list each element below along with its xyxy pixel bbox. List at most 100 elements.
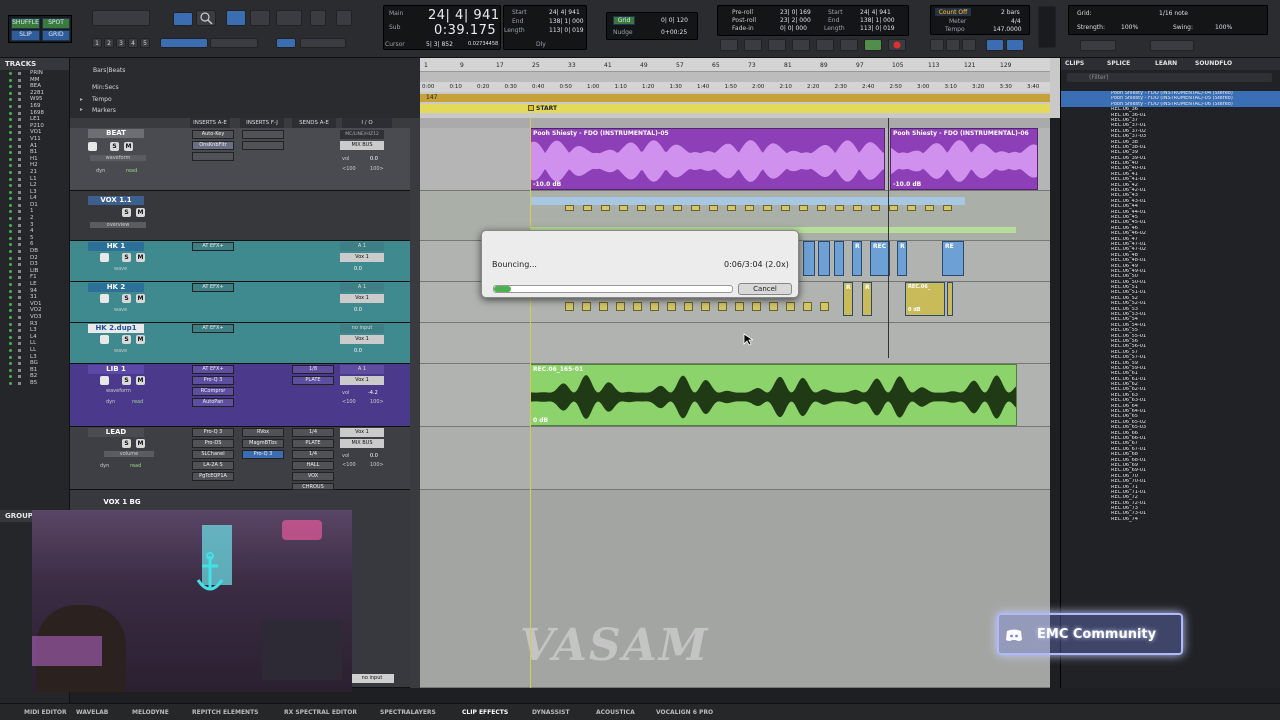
count-off-button[interactable]: Count Off xyxy=(935,8,971,16)
track-view-selector[interactable]: wave xyxy=(114,348,127,354)
tracks-list-item[interactable]: F1 xyxy=(0,274,69,281)
track-visible-icon[interactable] xyxy=(9,302,12,306)
insert-slot-c[interactable]: SLChanel xyxy=(192,450,234,459)
tracks-list-item[interactable]: A1 xyxy=(0,143,69,150)
solo-button[interactable]: S xyxy=(122,294,131,303)
spot-mode-button[interactable]: SPOT xyxy=(42,18,70,29)
clip-beat-06[interactable]: Pooh Shiesty - FDO (INSTRUMENTAL)-06 -10… xyxy=(890,128,1038,190)
tracks-list-item[interactable]: V11 xyxy=(0,136,69,143)
clip-hk2-r2[interactable]: R xyxy=(862,282,872,316)
expand-arrow-icon[interactable]: ▸ xyxy=(80,96,83,103)
trim-tool[interactable] xyxy=(196,10,216,26)
tracks-list-item[interactable]: PRIN xyxy=(0,70,69,77)
pan-left-value[interactable]: <100 xyxy=(342,166,356,172)
automation-mode[interactable]: read xyxy=(130,463,141,469)
insert-slot-d[interactable]: AutoPan xyxy=(192,398,234,407)
tracks-list-item[interactable]: VO1 xyxy=(0,301,69,308)
lane-lead[interactable] xyxy=(420,427,1050,490)
tracks-list-item[interactable]: L1 xyxy=(0,176,69,183)
tracks-list-item[interactable]: 6 xyxy=(0,241,69,248)
zoom-preset-1[interactable]: 1 xyxy=(92,38,102,48)
tracks-list-item[interactable]: B1 xyxy=(0,149,69,156)
solo-button[interactable]: S xyxy=(122,439,131,448)
solo-button[interactable]: S xyxy=(122,335,131,344)
hk2-small-clip[interactable] xyxy=(599,302,608,311)
tracks-list-item[interactable]: 169 xyxy=(0,103,69,110)
track-visible-icon[interactable] xyxy=(9,98,12,102)
input-selector[interactable]: no input xyxy=(350,674,394,683)
tab-learn[interactable]: LEARN xyxy=(1155,58,1177,70)
track-visible-icon[interactable] xyxy=(9,137,12,141)
dyn-button[interactable]: dyn xyxy=(96,168,105,174)
send-slot-b[interactable]: PLATE xyxy=(292,439,334,448)
tempo-ruler[interactable]: 147 xyxy=(420,94,1050,102)
tracks-list-item[interactable]: 1 xyxy=(0,208,69,215)
conductor-button[interactable] xyxy=(986,39,1004,51)
clip-beat-05[interactable]: Pooh Shiesty - FDO (INSTRUMENTAL)-05 -10… xyxy=(530,128,885,190)
track-visible-icon[interactable] xyxy=(9,296,12,300)
tracks-list-item[interactable]: 1698 xyxy=(0,110,69,117)
marker-flag-icon[interactable] xyxy=(528,105,534,111)
smart-tool[interactable] xyxy=(276,10,302,26)
grid-toggle[interactable]: Grid xyxy=(613,16,635,25)
track-hk1[interactable]: HK 1 S M wave AT EFX+ A 1 Vox 1 0.0 xyxy=(70,241,410,282)
track-hk2[interactable]: HK 2 S M wave AT EFX+ A 1 Vox 1 0.0 xyxy=(70,282,410,323)
zoom-preset-2[interactable]: 2 xyxy=(104,38,114,48)
track-lib1[interactable]: LIB 1 S M waveform dyn read AT EFX+ Pro-… xyxy=(70,364,410,427)
grid-nudge-panel[interactable]: Grid 0| 0| 120 Nudge 0+00:25 xyxy=(606,12,698,40)
pan-left-value[interactable]: <100 xyxy=(342,462,356,468)
tracks-list-item[interactable]: H2 xyxy=(0,162,69,169)
insert-slot-b[interactable]: OnsKnbFltr xyxy=(192,141,234,150)
tracks-list-item[interactable]: L4 xyxy=(0,195,69,202)
mute-button[interactable]: M xyxy=(136,253,145,262)
track-name-hk2-dup1[interactable]: HK 2.dup1 xyxy=(88,324,144,333)
tracks-list-item[interactable]: L4 xyxy=(0,334,69,341)
track-hk2-dup1[interactable]: HK 2.dup1 S M wave AT EFX+ no input Vox … xyxy=(70,323,410,364)
zoomer-tool[interactable] xyxy=(173,12,193,26)
tracks-list-item[interactable]: D3 xyxy=(0,261,69,268)
grid-strength-panel[interactable]: Grid: 1/16 note Strength: 100% Swing: 10… xyxy=(1068,5,1268,35)
tracks-list-item[interactable]: L3 xyxy=(0,354,69,361)
timeline-rulers[interactable]: 1 9 17 25 33 41 49 57 65 73 81 89 97 105 113 121 129 0:0… xyxy=(420,58,1060,118)
tracks-list-item[interactable]: L3 xyxy=(0,189,69,196)
lane-lib1[interactable]: REC.06_165-01 0 dB xyxy=(420,364,1050,427)
insert-slot-d[interactable]: LA-2A S xyxy=(192,461,234,470)
tracks-list-item[interactable]: 5 xyxy=(0,235,69,242)
hk2-small-clip[interactable] xyxy=(616,302,625,311)
tracks-list-item[interactable]: VO3 xyxy=(0,314,69,321)
hk2-small-clip[interactable] xyxy=(786,302,795,311)
solo-button[interactable]: S xyxy=(110,142,119,151)
input-selector[interactable]: no input xyxy=(340,324,384,333)
insert-slot-a[interactable]: AT EFX+ xyxy=(192,365,234,374)
input-selector[interactable]: MC/LINE/HIZ12 xyxy=(340,130,384,139)
hk2-small-clip[interactable] xyxy=(684,302,693,311)
track-visible-icon[interactable] xyxy=(9,355,12,359)
track-visible-icon[interactable] xyxy=(9,362,12,366)
tracks-list-item[interactable]: B2 xyxy=(0,373,69,380)
hk2-small-clip[interactable] xyxy=(803,302,812,311)
zoom-buttons[interactable] xyxy=(92,10,150,26)
track-visible-icon[interactable] xyxy=(9,131,12,135)
track-name-hk2[interactable]: HK 2 xyxy=(88,283,144,292)
output-selector[interactable]: MIX BUS xyxy=(340,439,384,448)
tracks-list-item[interactable]: B5 xyxy=(0,380,69,387)
online-button[interactable] xyxy=(720,39,738,51)
tracks-list-item[interactable]: 2281 xyxy=(0,90,69,97)
clip-hk1-b[interactable] xyxy=(818,241,830,276)
record-enable-button[interactable] xyxy=(100,376,109,385)
insert-slot-c[interactable]: RComprsr xyxy=(192,387,234,396)
track-visible-icon[interactable] xyxy=(9,243,12,247)
midi-merge-button[interactable] xyxy=(962,39,976,51)
tab-midi-editor[interactable]: MIDI EDITOR xyxy=(24,707,67,718)
output-selector[interactable]: MIX BUS xyxy=(340,141,384,150)
tab-clips[interactable]: CLIPS xyxy=(1065,58,1084,70)
tracks-list-item[interactable]: LE1 xyxy=(0,116,69,123)
bars-ruler[interactable]: 1 9 17 25 33 41 49 57 65 73 81 89 97 105 113 121 129 xyxy=(420,58,1050,72)
track-visible-icon[interactable] xyxy=(9,91,12,95)
tracks-list-item[interactable]: D1 xyxy=(0,202,69,209)
tab-vocalign[interactable]: VOCALIGN 6 PRO xyxy=(656,707,713,718)
track-view-selector[interactable]: volume xyxy=(104,451,154,457)
fast-forward-button[interactable] xyxy=(792,39,810,51)
tracks-list-item[interactable]: 31 xyxy=(0,294,69,301)
mute-button[interactable]: M xyxy=(136,439,145,448)
